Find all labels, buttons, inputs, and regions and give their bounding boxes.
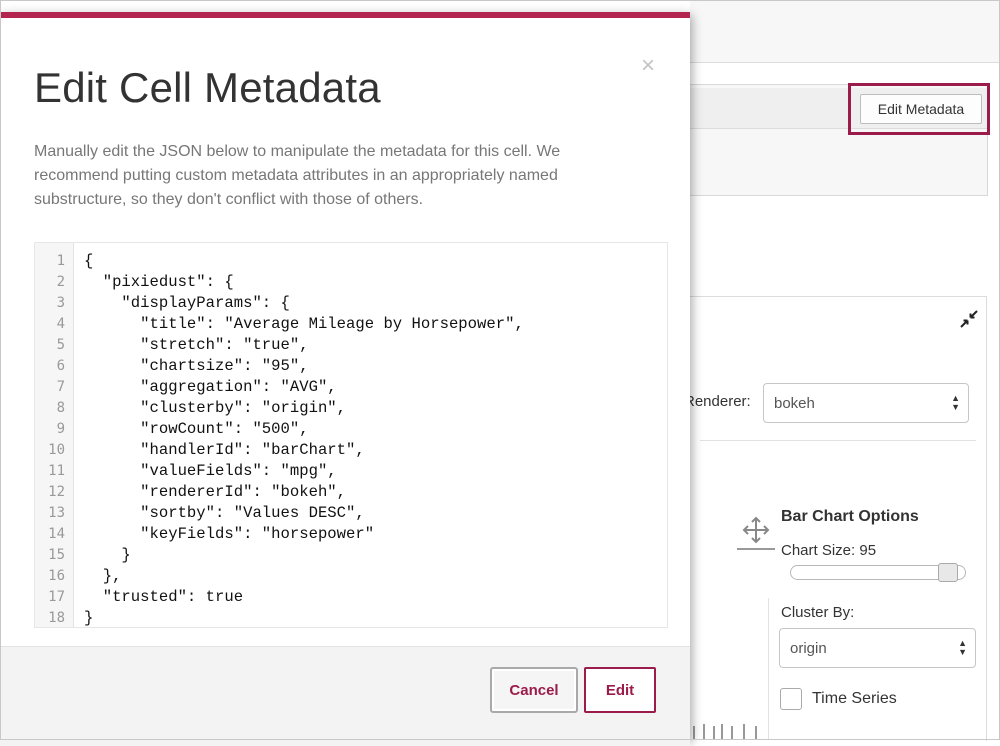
screenshot-frame: [0, 0, 1000, 740]
